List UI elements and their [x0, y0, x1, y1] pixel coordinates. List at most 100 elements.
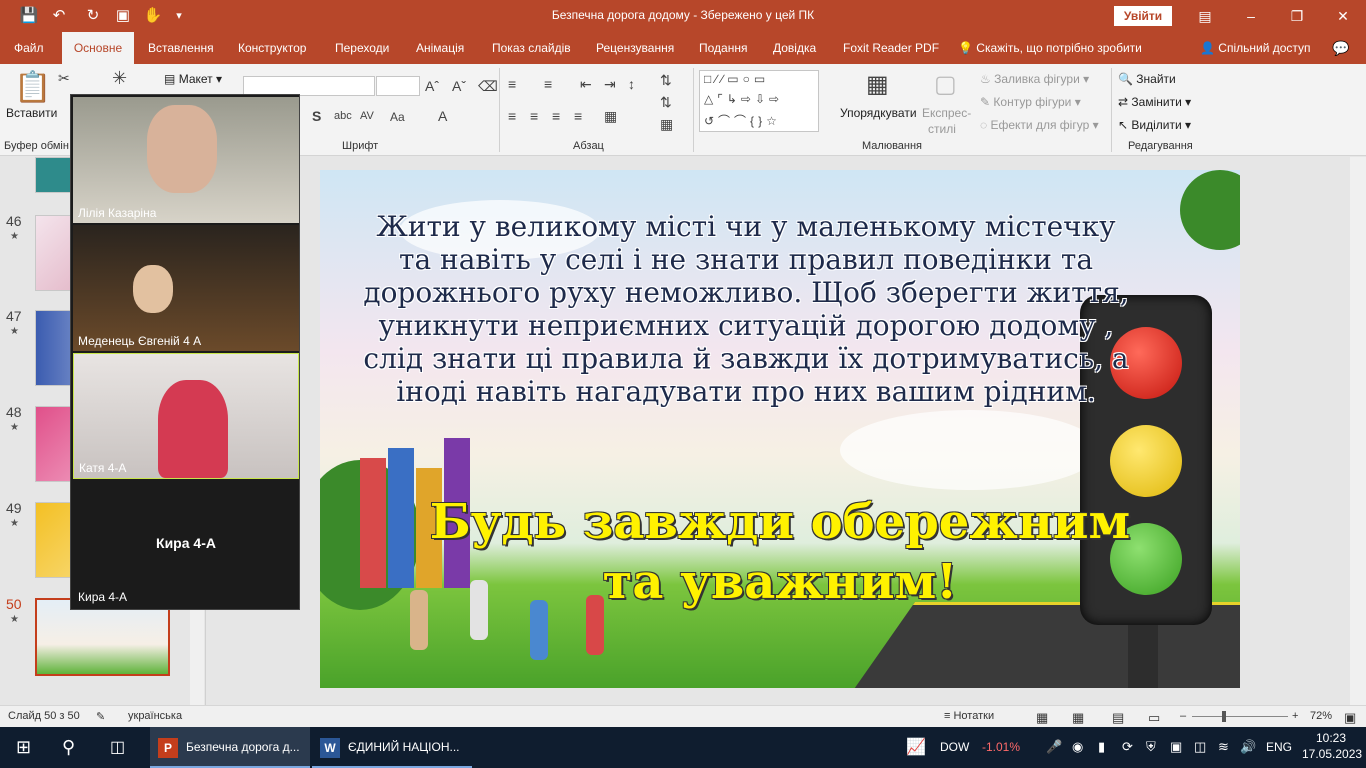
comments-icon[interactable]: 💬	[1332, 32, 1349, 64]
close-button[interactable]: ✕	[1320, 0, 1366, 32]
taskbar-app-word[interactable]: W ЄДИНИЙ НАЦІОН...	[312, 727, 472, 768]
minimize-button[interactable]: –	[1228, 0, 1274, 32]
customize-qat-icon[interactable]: ▾	[168, 6, 190, 26]
redo-icon[interactable]: ↻	[82, 6, 104, 26]
decrease-font-icon[interactable]: Aˇ	[452, 78, 466, 94]
tab-view[interactable]: Подання	[693, 32, 753, 64]
line-spacing-icon[interactable]: ↕	[628, 76, 635, 92]
volume-icon[interactable]: 🔊	[1240, 739, 1256, 755]
align-text-icon[interactable]: ⇅	[660, 94, 672, 111]
tab-home[interactable]: Основне	[62, 32, 134, 64]
language[interactable]: українська	[128, 710, 182, 722]
zoom-out-button[interactable]: –	[1180, 710, 1186, 722]
slide-canvas[interactable]: Жити у великому місті чи у маленькому мі…	[320, 170, 1240, 688]
zoom-slider-thumb[interactable]	[1222, 711, 1226, 722]
notes-button[interactable]: ≡ Нотатки	[944, 710, 994, 722]
slide-body-text[interactable]: Жити у великому місті чи у маленькому мі…	[356, 210, 1136, 408]
present-icon[interactable]: ▣	[112, 6, 134, 26]
windows-start-icon[interactable]: ⊞	[16, 727, 31, 768]
normal-view-icon[interactable]: ▦	[1036, 710, 1048, 726]
shape-row-3[interactable]: ↺⌒⌒{}☆	[704, 112, 781, 129]
shape-row-2[interactable]: △⌜↳⇨⇩⇨	[704, 92, 783, 106]
tell-me-search[interactable]: 💡 Скажіть, що потрібно зробити	[958, 32, 1142, 64]
share-button[interactable]: 👤 Спільний доступ	[1200, 32, 1311, 64]
new-slide-icon[interactable]: ✳	[112, 68, 127, 89]
touch-mode-icon[interactable]: ✋	[142, 6, 164, 26]
wifi-icon[interactable]: ≋	[1218, 739, 1229, 755]
tab-file[interactable]: Файл	[8, 32, 50, 64]
participant-tile-active[interactable]: Катя 4-А	[73, 353, 299, 479]
zoom-app-icon[interactable]: ◉	[1072, 739, 1083, 755]
cut-icon[interactable]: ✂	[58, 70, 70, 87]
spellcheck-icon[interactable]: ✎	[96, 710, 105, 723]
numbering-icon[interactable]: ≡	[544, 76, 552, 92]
sync-icon[interactable]: ⟳	[1122, 739, 1133, 755]
quick-styles-icon[interactable]: ▢	[934, 70, 957, 99]
arrange-icon[interactable]: ▦	[866, 70, 889, 99]
decrease-indent-icon[interactable]: ⇤	[580, 76, 592, 93]
shield-icon[interactable]: ⛨	[1146, 739, 1156, 755]
align-center-icon[interactable]: ≡	[530, 108, 538, 124]
align-left-icon[interactable]: ≡	[508, 108, 516, 124]
slideshow-view-icon[interactable]: ▭	[1148, 710, 1160, 726]
tab-transitions[interactable]: Переходи	[329, 32, 395, 64]
editor-scrollbar[interactable]	[1350, 157, 1366, 705]
tab-help[interactable]: Довідка	[767, 32, 822, 64]
network-icon[interactable]: ◫	[1194, 739, 1206, 755]
clock[interactable]: 10:23 17.05.2023	[1302, 731, 1362, 761]
justify-icon[interactable]: ≡	[574, 108, 582, 124]
text-direction-icon[interactable]: ⇅	[660, 72, 672, 89]
keyboard-language[interactable]: ENG	[1266, 727, 1292, 768]
tab-slideshow[interactable]: Показ слайдів	[486, 32, 577, 64]
text-shadow-icon[interactable]: S	[312, 108, 321, 124]
shape-outline-button[interactable]: ✎ Контур фігури ▾	[980, 95, 1081, 109]
slide-callout[interactable]: Будь завжди обережним та уважним!	[370, 492, 1190, 612]
increase-indent-icon[interactable]: ⇥	[604, 76, 616, 93]
columns-icon[interactable]: ▦	[604, 108, 617, 125]
paste-button[interactable]: Вставити	[6, 106, 57, 120]
sorter-view-icon[interactable]: ▦	[1072, 710, 1084, 726]
participant-tile[interactable]: Меденець Євгеній 4 А	[73, 225, 299, 351]
stock-ticker[interactable]: DOW	[940, 727, 969, 768]
smartart-icon[interactable]: ▦	[660, 116, 673, 133]
search-icon[interactable]: ⚲	[62, 727, 75, 768]
find-button[interactable]: 🔍 Знайти	[1118, 72, 1176, 86]
paste-icon[interactable]: 📋	[14, 70, 51, 105]
arrange-button[interactable]: Упорядкувати	[840, 106, 917, 120]
tab-design[interactable]: Конструктор	[232, 32, 312, 64]
bullets-icon[interactable]: ≡	[508, 76, 516, 92]
select-button[interactable]: ↖ Виділити ▾	[1118, 118, 1191, 132]
font-color-icon[interactable]: A	[438, 108, 447, 124]
layout-button[interactable]: ▤ Макет ▾	[164, 72, 222, 86]
zoom-slider[interactable]	[1192, 716, 1288, 717]
increase-font-icon[interactable]: Aˆ	[425, 78, 439, 94]
zoom-level[interactable]: 72%	[1310, 710, 1332, 722]
app-tray-icon[interactable]: ▣	[1170, 739, 1182, 755]
change-case-icon[interactable]: Aa	[390, 110, 405, 124]
participant-tile[interactable]: Лілія Казаріна	[73, 97, 299, 223]
reading-view-icon[interactable]: ▤	[1112, 710, 1124, 726]
shape-fill-button[interactable]: ♨ Заливка фігури ▾	[980, 72, 1089, 86]
battery-icon[interactable]: ▮	[1098, 739, 1105, 755]
tab-insert[interactable]: Вставлення	[142, 32, 220, 64]
align-right-icon[interactable]: ≡	[552, 108, 560, 124]
replace-button[interactable]: ⇄ Замінити ▾	[1118, 95, 1191, 109]
save-icon[interactable]: 💾	[18, 6, 40, 26]
participant-tile[interactable]: Кира 4-А Кира 4-А	[73, 481, 299, 607]
shape-row-1[interactable]: □∕∕▭○▭	[704, 72, 769, 86]
font-name-combo[interactable]	[243, 76, 375, 96]
tab-foxit[interactable]: Foxit Reader PDF	[837, 32, 945, 64]
taskbar-app-powerpoint[interactable]: P Безпечна дорога д...	[150, 727, 310, 768]
ribbon-display-icon[interactable]: ▤	[1182, 0, 1228, 32]
tab-animation[interactable]: Анімація	[410, 32, 470, 64]
clear-format-icon[interactable]: ⌫	[478, 78, 498, 95]
maximize-button[interactable]: ❐	[1274, 0, 1320, 32]
font-size-combo[interactable]	[376, 76, 420, 96]
task-view-icon[interactable]: ◫	[110, 727, 125, 768]
fit-slide-icon[interactable]: ▣	[1344, 710, 1356, 726]
char-spacing-icon[interactable]: AV	[360, 110, 374, 122]
zoom-in-button[interactable]: +	[1292, 710, 1298, 722]
undo-icon[interactable]: ↶	[48, 6, 70, 26]
signin-button[interactable]: Увійти	[1114, 6, 1172, 26]
microphone-icon[interactable]: 🎤	[1046, 739, 1062, 755]
